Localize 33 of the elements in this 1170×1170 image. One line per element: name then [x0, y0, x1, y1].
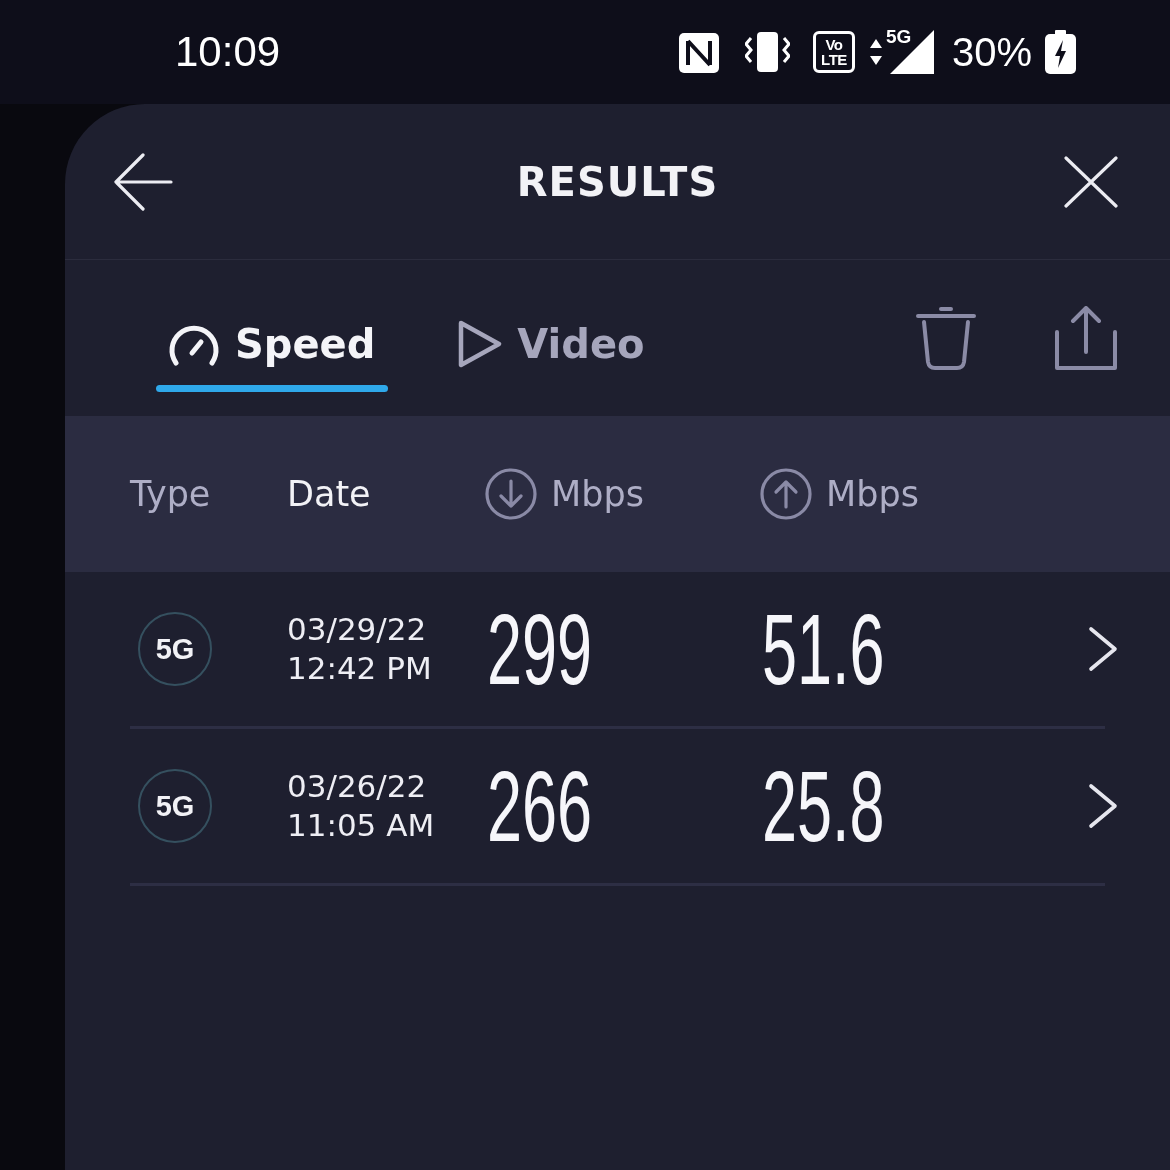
page-title: RESULTS [516, 161, 719, 202]
upload-speed: 51.6 [762, 599, 885, 699]
network-type-badge: 5G [138, 769, 212, 843]
battery-percent: 30% [951, 32, 1032, 72]
battery-charging-icon [1045, 30, 1076, 74]
download-speed: 266 [487, 756, 593, 856]
column-header[interactable]: Type [130, 476, 211, 512]
back-arrow-icon[interactable] [113, 152, 173, 211]
column-header[interactable]: Date [287, 476, 371, 512]
date-text: 03/29/22 [287, 610, 427, 649]
download-speed: 299 [487, 599, 593, 699]
upload-speed: 25.8 [762, 756, 885, 856]
date-text: 03/26/22 [287, 767, 427, 806]
chevron-right-icon[interactable] [1088, 626, 1118, 672]
share-icon[interactable] [1055, 306, 1117, 370]
tab[interactable]: Speed [156, 308, 389, 392]
clock-time: 10:09 [175, 31, 281, 73]
tab[interactable]: Video [446, 308, 658, 392]
chevron-right-icon[interactable] [1088, 783, 1118, 829]
volte-text: Vo [825, 37, 843, 52]
column-header[interactable]: Mbps [826, 476, 919, 512]
close-icon[interactable] [1064, 155, 1118, 208]
network-type-text: 5G [885, 27, 912, 46]
time-text: 11:05 AM [287, 806, 435, 845]
nfc-icon [678, 33, 719, 73]
network-type-badge: 5G [138, 612, 212, 686]
data-arrows-icon [868, 38, 883, 66]
trash-icon[interactable] [916, 306, 976, 370]
time-text: 12:42 PM [287, 649, 432, 688]
vibrate-icon [744, 32, 790, 72]
play-icon [458, 320, 503, 368]
volte-text: LTE [821, 52, 847, 67]
column-header[interactable]: Mbps [551, 476, 644, 512]
